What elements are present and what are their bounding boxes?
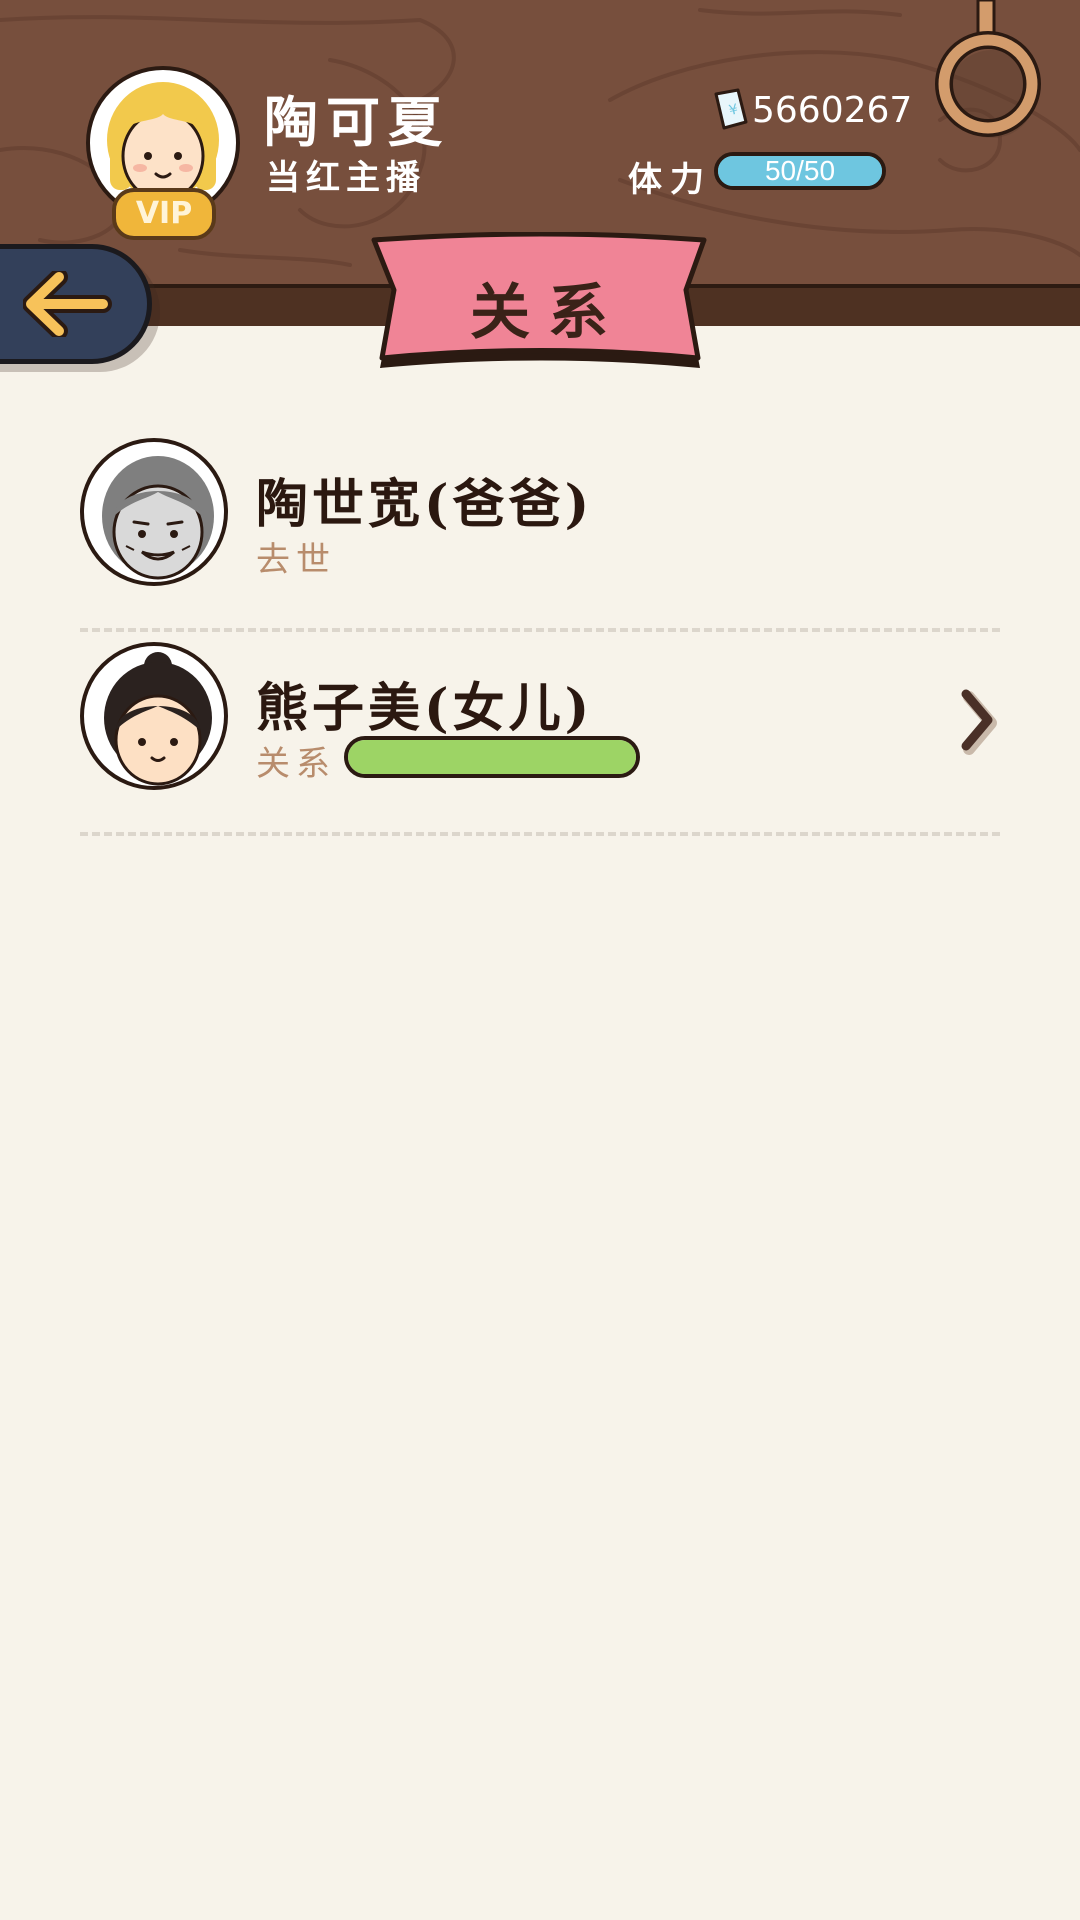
relationship-bar <box>344 736 640 778</box>
back-button[interactable] <box>0 244 152 364</box>
relation-avatar <box>80 438 228 586</box>
relation-row-father: 陶世宽(爸爸) 去世 <box>80 428 1000 632</box>
relation-avatar <box>80 642 228 790</box>
relation-name: 陶世宽(爸爸) <box>256 474 594 535</box>
banknote-icon: ¥ <box>714 88 748 130</box>
stamina-bar: 50/50 <box>714 152 886 190</box>
back-arrow-icon <box>23 271 112 337</box>
relation-row-daughter[interactable]: 熊子美(女儿) 关系 <box>80 632 1000 836</box>
player-title: 当红主播 <box>266 158 426 198</box>
relation-status: 去世 <box>256 540 336 580</box>
stamina-value: 50/50 <box>764 155 836 186</box>
relationship-bar-fill <box>348 740 636 774</box>
relation-name: 熊子美(女儿) <box>256 678 594 739</box>
stamina-label: 体力 <box>628 160 712 200</box>
hanging-ring-icon[interactable] <box>930 0 1050 150</box>
chevron-right-icon[interactable] <box>950 680 1000 760</box>
player-name: 陶可夏 <box>264 90 450 154</box>
vip-badge: VIP <box>112 188 216 240</box>
money-balance: 5660267 <box>752 90 913 131</box>
relation-status: 关系 <box>256 744 336 784</box>
page-title: 关系 <box>470 278 626 348</box>
page-title-banner: 关系 <box>366 232 712 372</box>
girl-avatar-icon <box>104 652 212 786</box>
elderly-man-avatar-icon <box>102 456 214 580</box>
relation-list: 陶世宽(爸爸) 去世 熊子美(女儿) 关系 <box>80 428 1000 836</box>
